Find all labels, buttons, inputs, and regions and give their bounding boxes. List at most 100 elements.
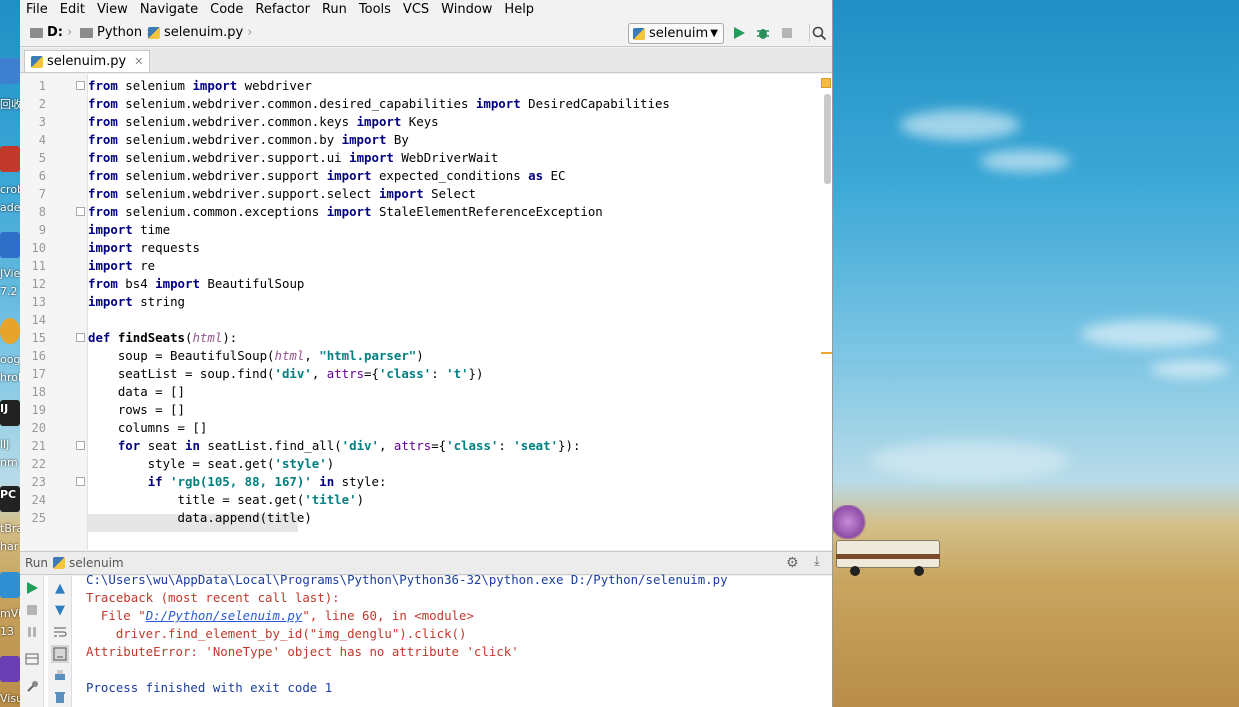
uiview-icon[interactable] [0,232,20,258]
line-number: 23 [31,475,46,489]
code-line[interactable]: seatList = soup.find('div', attrs={'clas… [88,365,484,383]
menu-view[interactable]: View [91,0,134,19]
editor-scrollbar[interactable] [822,76,832,550]
inspection-status-icon[interactable] [821,78,831,88]
line-number: 5 [38,151,46,165]
print-icon[interactable] [51,667,69,685]
line-number: 13 [31,295,46,309]
code-line[interactable]: from selenium.webdriver.common.by import… [88,131,409,149]
folder-icon [80,28,93,38]
code-line[interactable]: rows = [] [88,401,185,419]
code-line[interactable]: import re [88,257,155,275]
fold-marker-icon[interactable] [76,333,85,342]
recycle-bin-icon[interactable] [0,58,20,84]
desktop-label: llJ [0,438,10,451]
search-icon[interactable] [809,24,827,42]
python-file-icon [633,27,645,40]
scrollbar-thumb[interactable] [824,94,831,184]
code-line[interactable]: soup = BeautifulSoup(html, "html.parser"… [88,347,424,365]
menu-vcs[interactable]: VCS [397,0,435,19]
menu-help[interactable]: Help [498,0,540,19]
line-number: 7 [38,187,46,201]
line-number: 12 [31,277,46,291]
run-config-select[interactable]: selenuim ▼ [628,23,724,44]
code-editor[interactable]: 1 2 3 4 5 6 7 8 9 10 11 12 13 14 15 16 17 18 19 20 21 22 23 24 2… [20,74,832,550]
fold-marker-icon[interactable] [76,207,85,216]
code-line[interactable]: columns = [] [88,419,208,437]
run-panel-title[interactable]: Run selenuim [25,556,124,570]
play-icon[interactable] [730,24,748,42]
code-line[interactable]: from selenium.webdriver.support.ui impor… [88,149,498,167]
desktop-label: 7.2 [0,285,18,298]
desktop-label: PC [0,488,17,501]
code-line[interactable]: data = [] [88,383,185,401]
code-line[interactable]: title = seat.get('title') [88,491,365,509]
fold-marker-icon[interactable] [76,81,85,90]
desktop-label: tBra [0,522,20,535]
menu-window[interactable]: Window [435,0,498,19]
hide-panel-icon[interactable]: ⤓ [814,554,820,569]
acrobat-icon[interactable] [0,146,20,172]
menu-edit[interactable]: Edit [54,0,91,19]
gear-icon[interactable]: ⚙ [786,555,799,571]
code-line[interactable]: from selenium.common.exceptions import S… [88,203,603,221]
trash-icon[interactable] [51,688,69,706]
visual-studio-icon[interactable] [0,656,20,682]
breadcrumb-drive[interactable]: D: › [30,25,72,41]
menu-navigate[interactable]: Navigate [134,0,204,19]
run-config-label: selenuim [649,26,709,41]
menu-run[interactable]: Run [316,0,353,19]
line-number: 3 [38,115,46,129]
desktop-label: nm [0,456,18,469]
stop-icon[interactable] [23,601,41,619]
arrow-down-icon[interactable]: ▼ [51,601,69,619]
line-number: 11 [31,259,46,273]
code-line[interactable]: from selenium import webdriver [88,77,312,95]
console-line: C:\Users\wu\AppData\Local\Programs\Pytho… [86,572,728,587]
menu-tools[interactable]: Tools [353,0,397,19]
soft-wrap-icon[interactable] [51,623,69,641]
breadcrumb-folder[interactable]: Python› [80,25,151,41]
code-line[interactable]: import string [88,293,185,311]
code-line[interactable]: for seat in seatList.find_all('div', att… [88,437,581,455]
menu-code[interactable]: Code [204,0,249,19]
chrome-icon[interactable] [0,318,20,344]
cloud [980,150,1070,172]
fold-marker-icon[interactable] [76,477,85,486]
rerun-icon[interactable] [23,579,41,597]
code-line[interactable]: def findSeats(html): [88,329,237,347]
code-line[interactable]: from selenium.webdriver.common.keys impo… [88,113,439,131]
menu-bar: File Edit View Navigate Code Refactor Ru… [20,0,832,19]
code-line[interactable]: data.append(title) [88,509,312,527]
scroll-to-end-icon[interactable] [51,645,69,663]
run-panel: ▲ ▼ C:\Users\wu\AppData\Local\Programs\P… [20,572,832,707]
layout-icon[interactable] [23,650,41,668]
code-line[interactable]: from bs4 import BeautifulSoup [88,275,304,293]
tab-selenuim-py[interactable]: selenuim.py ✕ [24,50,151,72]
line-number: 4 [38,133,46,147]
pin-icon[interactable] [23,678,41,696]
breadcrumb-file[interactable]: selenuim.py › [148,25,252,41]
code-line[interactable]: style = seat.get('style') [88,455,335,473]
code-line[interactable]: from selenium.webdriver.support.select i… [88,185,476,203]
cloud [900,110,1020,140]
line-number: 16 [31,349,46,363]
code-line[interactable]: import requests [88,239,200,257]
warning-marker[interactable] [821,352,832,354]
vmware-icon[interactable] [0,572,20,598]
menu-file[interactable]: File [20,0,54,19]
code-line[interactable]: import time [88,221,170,239]
arrow-up-icon[interactable]: ▲ [51,579,69,597]
code-line[interactable]: from selenium.webdriver.common.desired_c… [88,95,670,113]
file-link[interactable]: D:/Python/selenuim.py [146,608,303,623]
code-line[interactable]: from selenium.webdriver.support import e… [88,167,565,185]
pause-icon[interactable] [23,623,41,641]
code-line[interactable]: if 'rgb(105, 88, 167)' in style: [88,473,387,491]
console-line: Process finished with exit code 1 [86,680,333,695]
bug-icon[interactable] [754,24,772,42]
menu-refactor[interactable]: Refactor [249,0,316,19]
stop-icon[interactable] [778,24,796,42]
fold-marker-icon[interactable] [76,441,85,450]
python-file-icon [31,55,43,68]
close-icon[interactable]: ✕ [134,51,143,72]
